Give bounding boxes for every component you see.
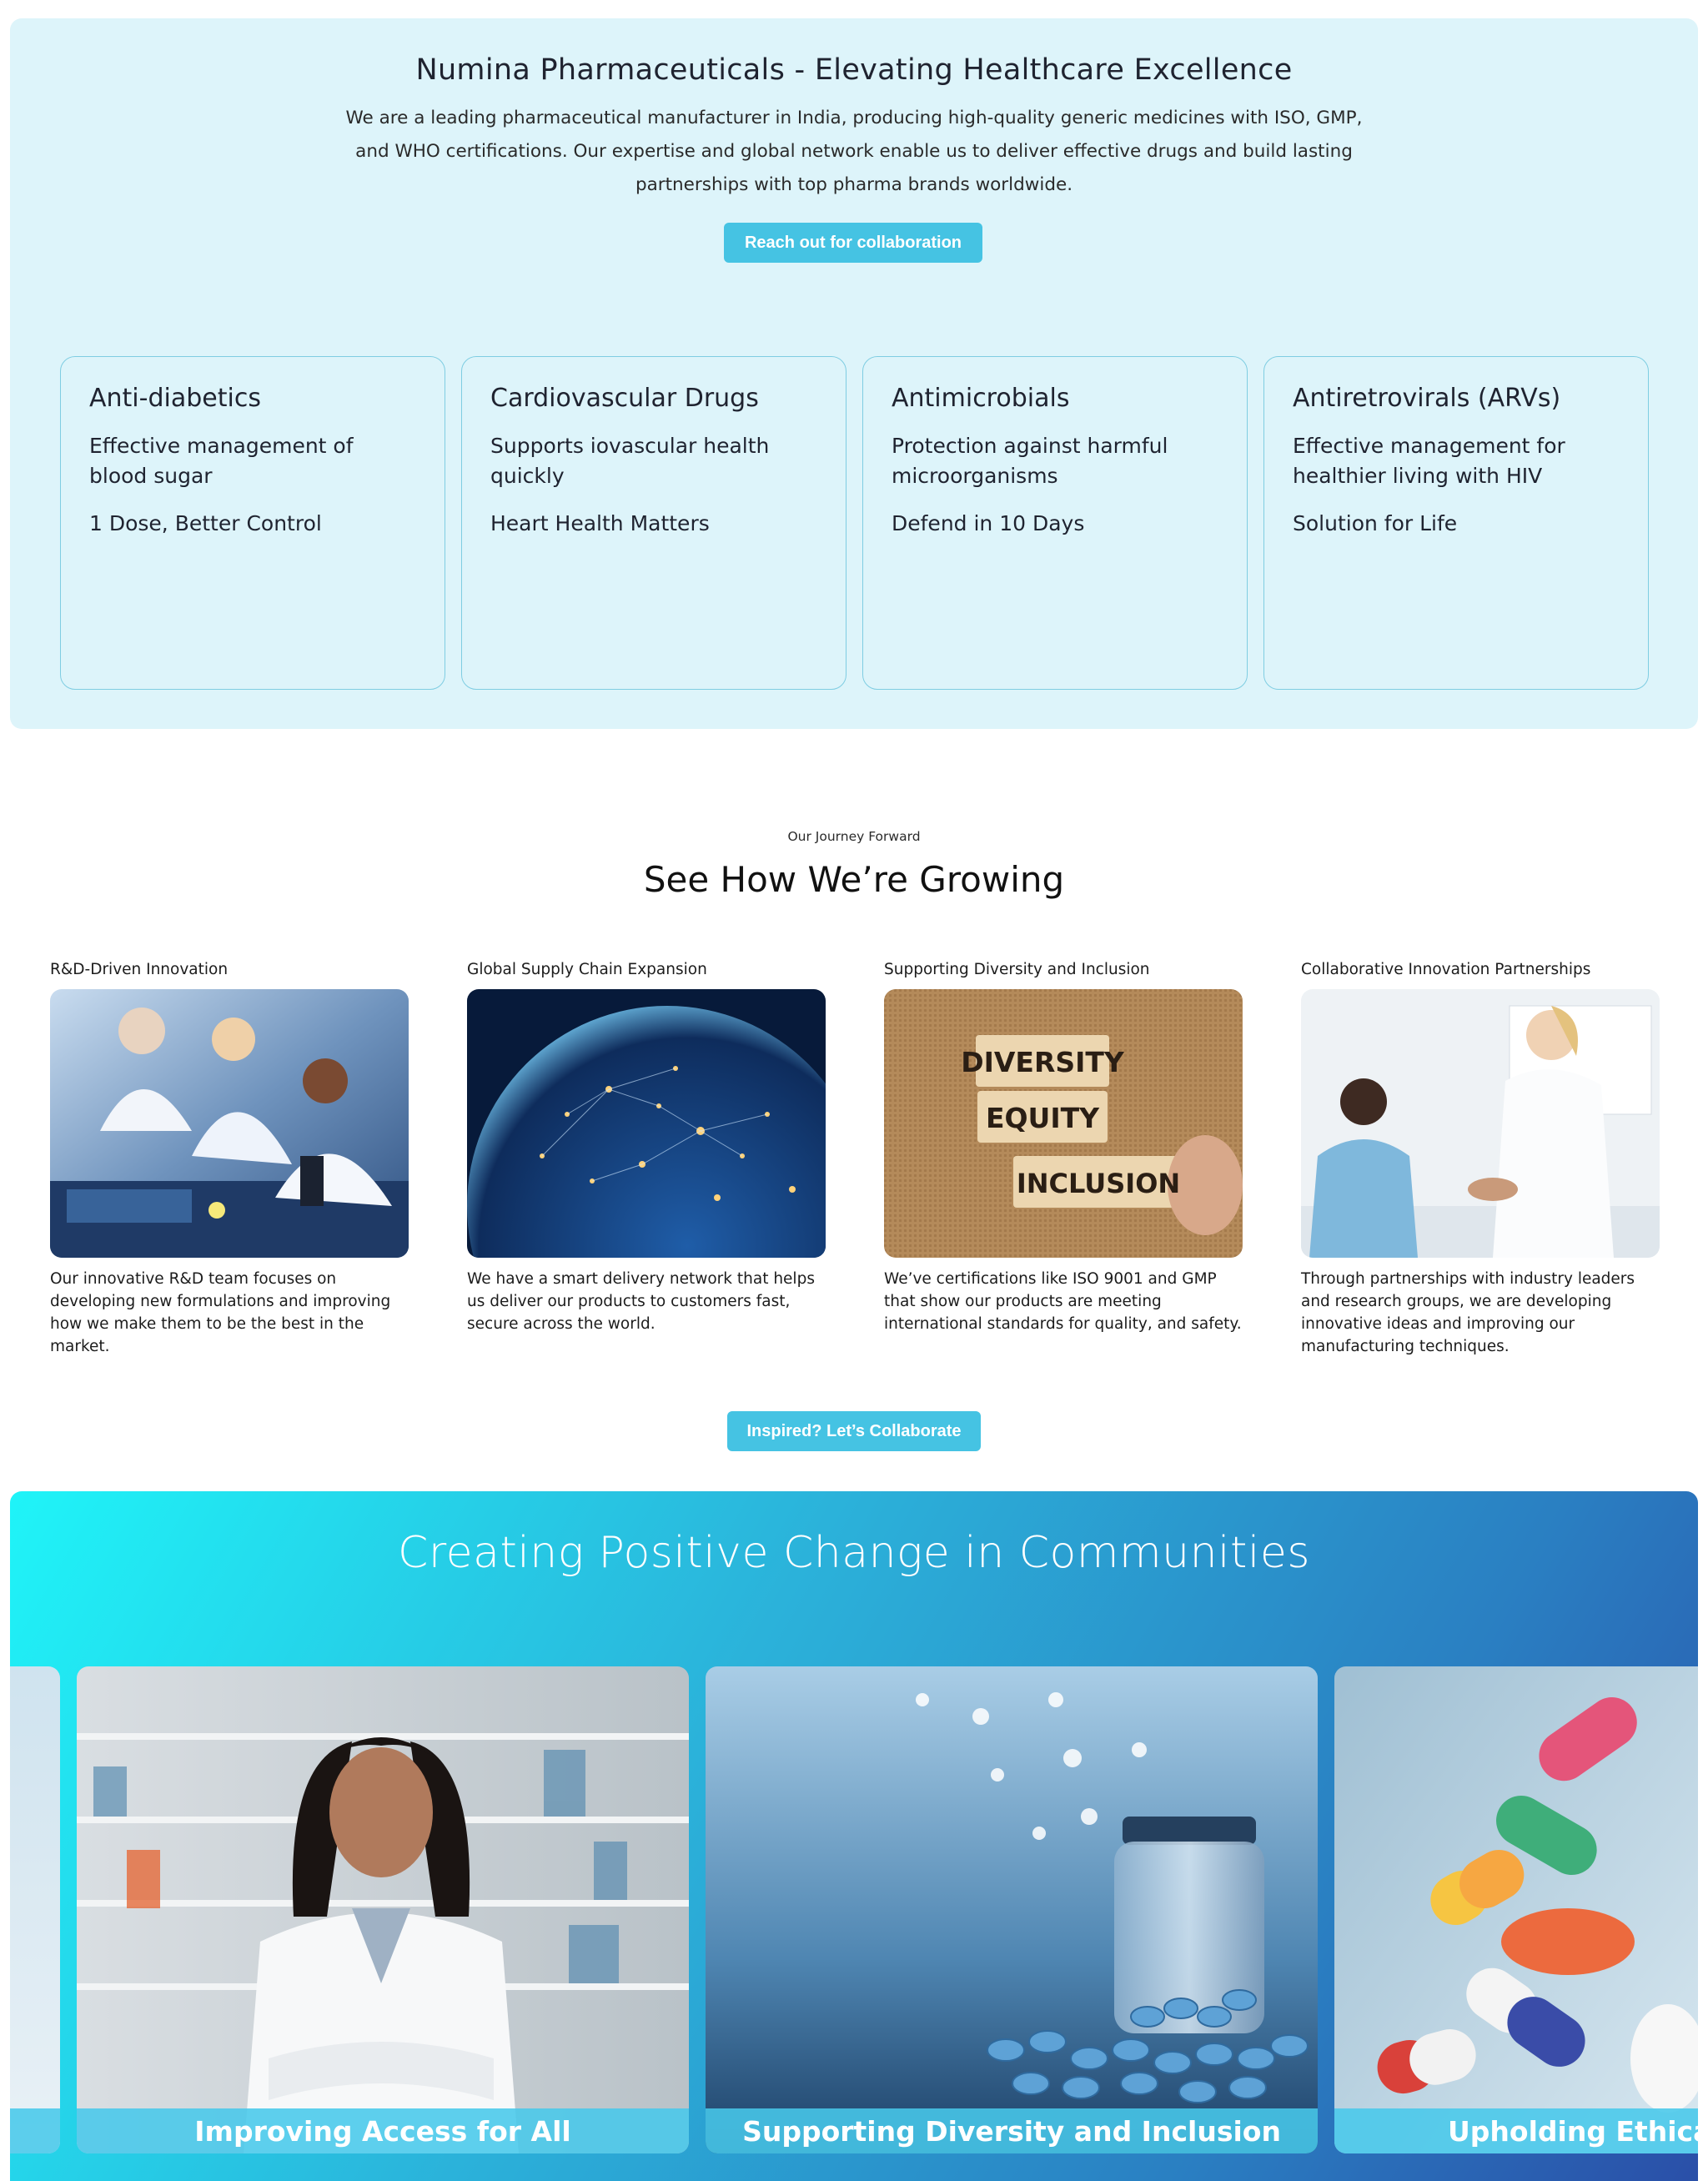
card-tagline: 1 Dose, Better Control: [89, 511, 322, 535]
slide-caption: Supporting Diversity and Inclusion: [706, 2108, 1318, 2153]
carousel-slide-diversity[interactable]: Supporting Diversity and Inclusion: [706, 1666, 1318, 2153]
pill-jar-image: [706, 1666, 1318, 2153]
journey-eyebrow: Our Journey Forward: [787, 829, 921, 844]
slide-caption: Improving Access for All: [77, 2108, 689, 2153]
card-description: Supports iovascular health quickly: [490, 434, 770, 488]
globe-network-image: [467, 989, 826, 1258]
journey-item-label: Collaborative Innovation Partnerships: [1301, 961, 1591, 978]
journey-item-supply-chain: Global Supply Chain Expansion We have a …: [467, 961, 827, 1335]
capsules-image: [1334, 1666, 1698, 2153]
card-tagline: Heart Health Matters: [490, 511, 710, 535]
card-tagline: Defend in 10 Days: [892, 511, 1085, 535]
hero-title: Numina Pharmaceuticals - Elevating Healt…: [415, 53, 1293, 87]
card-title: Antimicrobials: [892, 384, 1070, 413]
block-equity: EQUITY: [986, 1102, 1100, 1134]
card-tagline: Solution for Life: [1293, 511, 1458, 535]
journey-item-label: Supporting Diversity and Inclusion: [884, 961, 1150, 978]
journey-item-partnerships: Collaborative Innovation Partnerships Th…: [1301, 961, 1661, 1358]
card-title: Cardiovascular Drugs: [490, 384, 759, 413]
category-card-antimicrobials[interactable]: Antimicrobials Protection against harmfu…: [862, 356, 1248, 690]
pharmacist-image: [77, 1666, 689, 2153]
card-title: Antiretrovirals (ARVs): [1293, 384, 1561, 413]
block-diversity: DIVERSITY: [961, 1046, 1125, 1078]
card-description: Effective management of blood sugar: [89, 434, 354, 488]
journey-item-label: Global Supply Chain Expansion: [467, 961, 707, 978]
journey-item-text: We’ve certifications like ISO 9001 and G…: [884, 1270, 1242, 1333]
journey-item-text: We have a smart delivery network that he…: [467, 1270, 815, 1333]
carousel-slide-ethical[interactable]: Upholding Ethical S: [1334, 1666, 1698, 2153]
hero-section: Numina Pharmaceuticals - Elevating Healt…: [10, 18, 1698, 729]
journey-item-diversity: Supporting Diversity and Inclusion DIVER…: [884, 961, 1244, 1335]
block-inclusion: INCLUSION: [1017, 1168, 1180, 1199]
community-section: Creating Positive Change in Communities: [10, 1491, 1698, 2181]
doctors-handshake-image: [1301, 989, 1660, 1258]
journey-item-rnd: R&D-Driven Innovation Our innovative R&D…: [50, 961, 410, 1358]
carousel-slide-access[interactable]: Improving Access for All: [77, 1666, 689, 2153]
community-title: Creating Positive Change in Communities: [398, 1528, 1310, 1578]
card-description: Effective management for healthier livin…: [1293, 434, 1565, 488]
card-title: Anti-diabetics: [89, 384, 261, 413]
journey-item-label: R&D-Driven Innovation: [50, 961, 229, 978]
journey-item-text: Our innovative R&D team focuses on devel…: [50, 1270, 391, 1355]
carousel-slide-partial-left[interactable]: [10, 1666, 60, 2153]
category-card-cardiovascular[interactable]: Cardiovascular Drugs Supports iovascular…: [461, 356, 846, 690]
category-card-anti-diabetics[interactable]: Anti-diabetics Effective management of b…: [60, 356, 445, 690]
diversity-blocks-image: DIVERSITY EQUITY INCLUSION: [884, 989, 1243, 1258]
lab-scientists-image: [50, 989, 409, 1258]
slide-caption: Upholding Ethical S: [1334, 2108, 1698, 2153]
journey-item-text: Through partnerships with industry leade…: [1301, 1270, 1635, 1355]
reach-out-button[interactable]: Reach out for collaboration: [724, 223, 982, 263]
category-card-antiretrovirals[interactable]: Antiretrovirals (ARVs) Effective managem…: [1263, 356, 1649, 690]
inspired-collaborate-button[interactable]: Inspired? Let’s Collaborate: [727, 1411, 981, 1451]
hero-description: We are a leading pharmaceutical manufact…: [345, 108, 1363, 195]
card-description: Protection against harmful microorganism…: [892, 434, 1168, 488]
journey-title: See How We’re Growing: [643, 859, 1065, 900]
